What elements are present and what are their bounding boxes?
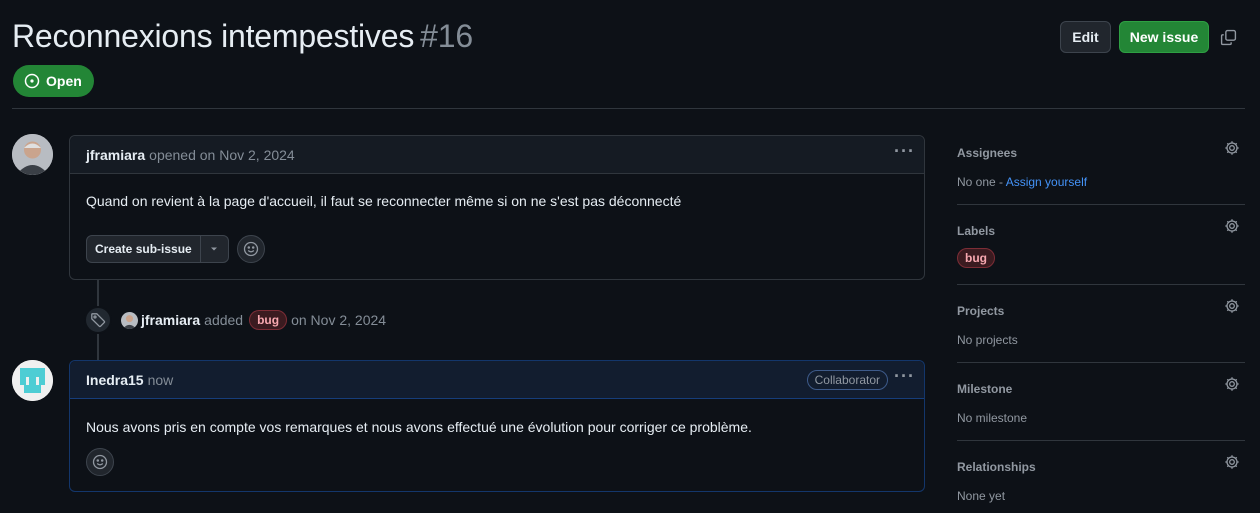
comment-body: Quand on revient à la page d'accueil, il… [86,193,682,209]
comment-card: jframiara opened on Nov 2, 2024 ··· Quan… [69,135,925,280]
add-reaction-button[interactable] [86,448,114,476]
sidebar-projects: Projects No projects [957,299,1245,347]
bug-label[interactable]: bug [957,248,995,268]
event-author[interactable]: jframiara [141,312,200,328]
create-sub-issue-label[interactable]: Create sub-issue [87,236,200,262]
sidebar-assignees: Assignees No one - Assign yourself [957,141,1245,189]
comment-timestamp[interactable]: now [148,372,174,388]
sidebar-divider [957,204,1245,205]
issue-number: #16 [420,18,473,54]
smiley-icon [92,454,108,470]
timeline-event: jframiara added bug on Nov 2, 2024 [84,306,386,334]
bug-label[interactable]: bug [249,310,288,330]
comment-body: Nous avons pris en compte vos remarques … [86,419,752,435]
projects-value: No projects [957,333,1018,347]
comment-author[interactable]: jframiara [86,147,145,163]
create-sub-issue-button[interactable]: Create sub-issue [86,235,229,263]
comment-author[interactable]: Inedra15 [86,372,144,388]
issue-sidebar: Assignees No one - Assign yourself Label… [957,0,1245,513]
issue-title: Reconnexions intempestives #16 [12,18,473,55]
assignees-value: No one - Assign yourself [957,175,1245,189]
avatar[interactable] [12,360,53,401]
gear-icon[interactable] [1224,376,1240,395]
sidebar-divider [957,284,1245,285]
issue-state-label: Open [46,73,82,89]
gear-icon[interactable] [1224,140,1240,159]
relationships-title[interactable]: Relationships [957,460,1245,474]
comment-header: Inedra15 now Collaborator ··· [70,361,924,399]
gear-icon[interactable] [1224,454,1240,473]
assignees-empty-text: No one - [957,175,1006,189]
chevron-down-icon[interactable] [199,236,228,262]
milestone-value: No milestone [957,411,1028,425]
issue-title-text: Reconnexions intempestives [12,18,415,54]
kebab-menu-icon[interactable]: ··· [894,142,914,165]
gear-icon[interactable] [1224,298,1240,317]
kebab-menu-icon[interactable]: ··· [894,367,914,390]
assignees-title[interactable]: Assignees [957,146,1245,160]
gear-icon[interactable] [1224,218,1240,237]
avatar[interactable] [121,311,138,329]
projects-title[interactable]: Projects [957,304,1245,318]
issue-state-badge: Open [13,65,94,97]
event-timestamp[interactable]: on Nov 2, 2024 [291,312,386,328]
sidebar-divider [957,440,1245,441]
sidebar-milestone: Milestone No milestone [957,377,1245,425]
comment-header: jframiara opened on Nov 2, 2024 ··· [70,136,924,174]
assign-yourself-link[interactable]: Assign yourself [1006,175,1087,189]
comment-actions: Create sub-issue [86,235,265,263]
labels-title[interactable]: Labels [957,224,1245,238]
sidebar-relationships: Relationships None yet [957,455,1245,503]
comment-timestamp[interactable]: opened on Nov 2, 2024 [149,147,295,163]
issue-opened-icon [24,73,40,89]
relationships-value: None yet [957,489,1006,503]
smiley-icon [243,241,259,257]
event-action: added [204,312,244,328]
sidebar-labels: Labels bug [957,219,1245,268]
sidebar-divider [957,362,1245,363]
add-reaction-button[interactable] [236,235,265,263]
milestone-title[interactable]: Milestone [957,382,1245,396]
comment-card: Inedra15 now Collaborator ··· Nous avons… [69,360,925,492]
tag-icon [84,306,112,334]
collaborator-badge: Collaborator [806,370,888,390]
avatar[interactable] [12,134,53,175]
